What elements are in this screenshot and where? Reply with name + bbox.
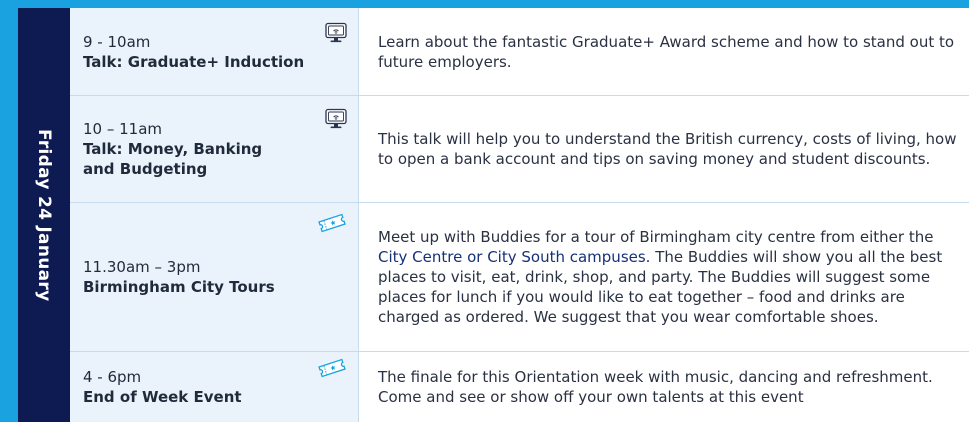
session-time: 9 - 10am <box>83 32 151 51</box>
day-label: Friday 24 January <box>34 128 54 302</box>
session-title: Talk: Money, Banking and Budgeting <box>83 140 263 178</box>
schedule-row: 11.30am – 3pm Birmingham City Tours Meet… <box>70 203 969 351</box>
schedule-row: 10 – 11am Talk: Money, Banking and Budge… <box>70 96 969 202</box>
session-description: This talk will help you to understand th… <box>378 130 957 168</box>
description-text: Meet up with Buddies for a tour of Birmi… <box>378 228 934 246</box>
online-screen-icon <box>325 108 347 129</box>
top-accent-bar <box>0 0 969 8</box>
description-cell: Learn about the fantastic Graduate+ Awar… <box>359 8 969 95</box>
description-cell: Meet up with Buddies for a tour of Birmi… <box>359 203 969 351</box>
left-accent-strip <box>0 0 18 422</box>
description-cell: The finale for this Orientation week wit… <box>359 352 969 422</box>
time-cell: 9 - 10am Talk: Graduate+ Induction <box>70 8 359 95</box>
online-screen-icon <box>325 22 347 43</box>
ticket-icon <box>318 358 346 378</box>
session-title: Talk: Graduate+ Induction <box>83 52 305 71</box>
schedule-row: 4 - 6pm End of Week Event The finale for… <box>70 352 969 422</box>
session-title: End of Week Event <box>83 388 242 406</box>
session-time: 11.30am – 3pm <box>83 258 201 276</box>
time-cell: 10 – 11am Talk: Money, Banking and Budge… <box>70 96 359 202</box>
session-title: Birmingham City Tours <box>83 278 275 296</box>
schedule-table: 9 - 10am Talk: Graduate+ Induction Learn… <box>70 8 969 422</box>
session-description: Meet up with Buddies for a tour of Birmi… <box>378 227 965 327</box>
time-cell: 11.30am – 3pm Birmingham City Tours <box>70 203 359 351</box>
ticket-icon <box>318 213 346 233</box>
session-description: Learn about the fantastic Graduate+ Awar… <box>378 32 955 71</box>
description-cell: This talk will help you to understand th… <box>359 96 969 202</box>
schedule-row: 9 - 10am Talk: Graduate+ Induction Learn… <box>70 8 969 95</box>
session-description: The finale for this Orientation week wit… <box>378 368 933 406</box>
day-column: Friday 24 January <box>18 8 70 422</box>
time-cell: 4 - 6pm End of Week Event <box>70 352 359 422</box>
campus-highlight: City Centre or City South campuses <box>378 248 646 266</box>
session-time: 10 – 11am <box>83 120 163 138</box>
